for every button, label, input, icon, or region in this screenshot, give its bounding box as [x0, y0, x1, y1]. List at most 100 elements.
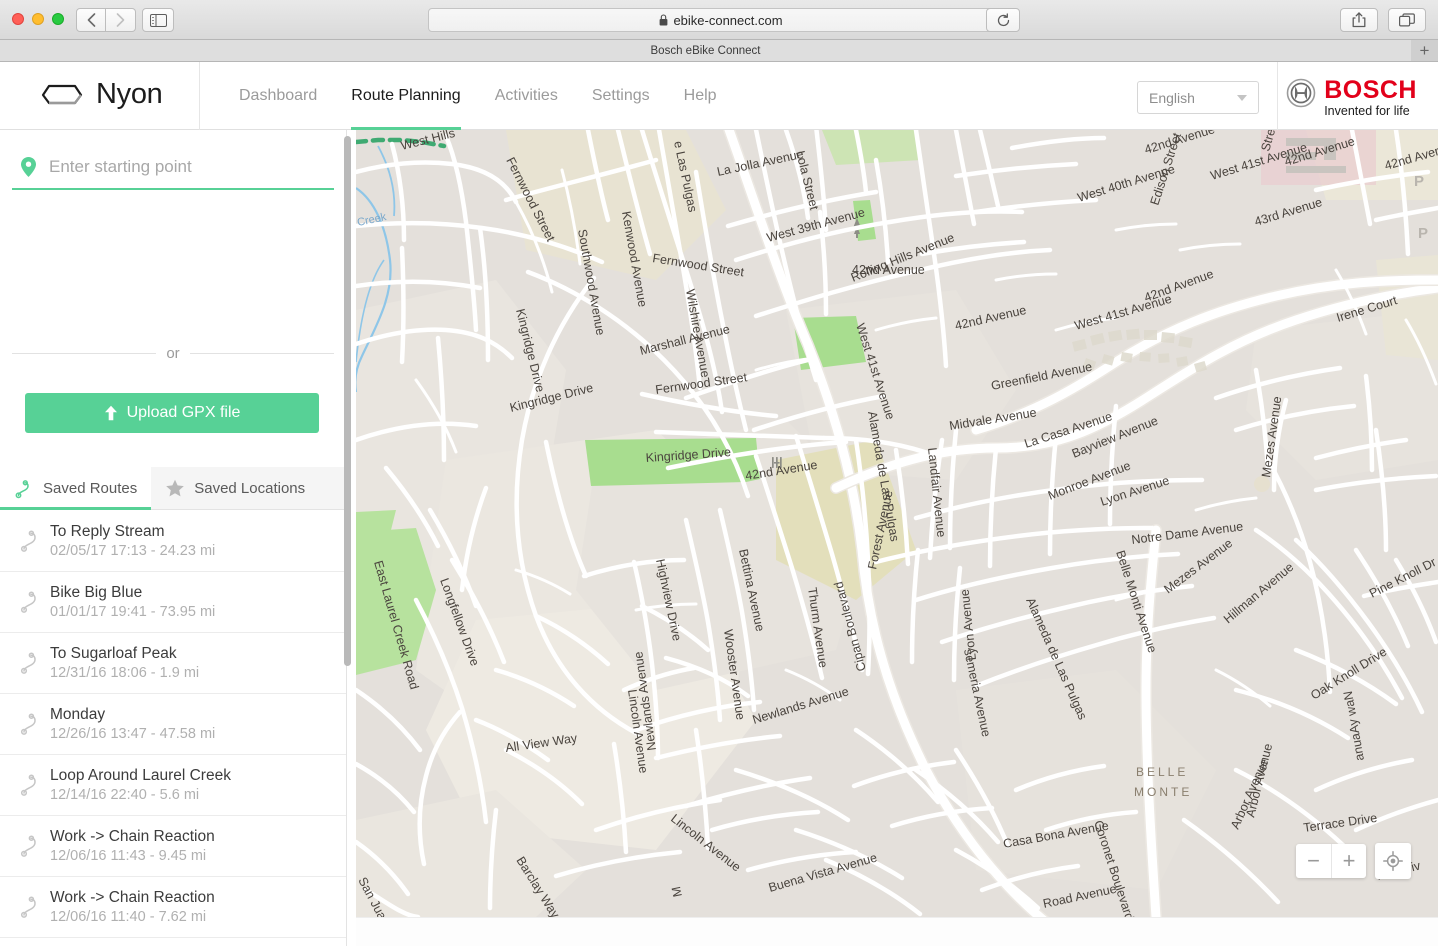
tab-saved-routes[interactable]: Saved Routes	[0, 467, 152, 510]
zoom-out-button[interactable]: −	[1296, 844, 1331, 878]
saved-routes-list: To Reply Stream 02/05/17 17:13 - 24.23 m…	[0, 511, 346, 946]
map-controls: − +	[1296, 843, 1411, 879]
minimize-window-button[interactable]	[32, 13, 44, 25]
svg-text:BELLE: BELLE	[1136, 765, 1188, 779]
brand-name: Nyon	[96, 78, 163, 110]
route-curve-icon	[10, 834, 50, 858]
url-text: ebike-connect.com	[673, 12, 783, 28]
route-item-name: Work -> Chain Reaction	[50, 889, 215, 906]
route-item-meta: 02/05/17 17:13 - 24.23 mi	[50, 543, 216, 559]
route-item-name: Monday	[50, 706, 106, 723]
new-tab-button[interactable]: +	[1411, 40, 1438, 61]
lock-icon	[660, 14, 668, 26]
reload-icon	[997, 12, 1009, 26]
start-point-input[interactable]	[49, 157, 309, 177]
route-item-texts: Work -> Chain Reaction 12/06/16 11:43 - …	[50, 828, 215, 864]
show-tabs-icon	[1399, 13, 1415, 27]
sidebar-scroll-thumb[interactable]	[344, 136, 351, 666]
route-curve-icon	[10, 529, 50, 553]
map-bottom-strip	[356, 917, 1438, 946]
route-item-name: Work -> Chain Reaction	[50, 828, 215, 845]
back-button[interactable]	[76, 8, 106, 32]
map-render: .rd { stroke:#ffffff; fill:none; stroke-…	[356, 130, 1438, 917]
svg-text:42nd Avenue: 42nd Avenue	[852, 263, 925, 277]
route-item-texts: Bike Big Blue 01/01/17 19:41 - 73.95 mi	[50, 584, 215, 620]
route-item-name: To Sugarloaf Peak	[50, 645, 177, 662]
show-tabs-button[interactable]	[1388, 8, 1426, 32]
bosch-logo: BOSCH Invented for life	[1286, 78, 1417, 118]
upload-gpx-button[interactable]: Upload GPX file	[25, 393, 319, 433]
browser-chrome: ebike-connect.com	[0, 0, 1438, 40]
maximize-window-button[interactable]	[52, 13, 64, 25]
window-traffic-lights	[12, 13, 64, 25]
nav-item-activities[interactable]: Activities	[478, 62, 575, 130]
bosch-slogan: Invented for life	[1324, 104, 1410, 118]
crosshair-locate-icon	[1383, 851, 1403, 871]
chevron-left-icon	[87, 13, 95, 27]
nav-item-settings[interactable]: Settings	[575, 62, 667, 130]
route-list-item[interactable]: Monday's Bike Route 12/05/16 08:41 - 10.…	[0, 938, 346, 946]
tab-saved-locations-label: Saved Locations	[194, 480, 306, 497]
or-line-right	[189, 352, 334, 354]
route-list-item[interactable]: Monday 12/26/16 13:47 - 47.58 mi	[0, 694, 346, 755]
language-selector[interactable]: English	[1137, 81, 1259, 114]
locate-me-button[interactable]	[1375, 843, 1411, 879]
route-item-texts: To Sugarloaf Peak 12/31/16 18:06 - 1.9 m…	[50, 645, 199, 681]
header-divider-left	[199, 62, 200, 130]
sidebar: or Upload GPX file Saved Routes Saved Lo…	[0, 130, 347, 946]
route-item-name: Loop Around Laurel Creek	[50, 767, 231, 784]
zoom-in-button[interactable]: +	[1331, 844, 1366, 878]
nav-item-help[interactable]: Help	[667, 62, 734, 130]
route-item-name: To Reply Stream	[50, 523, 165, 540]
or-label: or	[166, 344, 180, 362]
route-item-meta: 12/06/16 11:43 - 9.45 mi	[50, 848, 207, 864]
route-list-item[interactable]: To Reply Stream 02/05/17 17:13 - 24.23 m…	[0, 511, 346, 572]
sidebar-toggle-wrap	[142, 8, 174, 32]
browser-navigation-buttons	[76, 8, 136, 32]
nav-item-dashboard[interactable]: Dashboard	[222, 62, 334, 130]
close-window-button[interactable]	[12, 13, 24, 25]
map-pin-icon	[21, 157, 36, 177]
browser-right-buttons	[1340, 8, 1426, 32]
route-list-item[interactable]: Loop Around Laurel Creek 12/14/16 22:40 …	[0, 755, 346, 816]
route-item-meta: 12/31/16 18:06 - 1.9 mi	[50, 665, 200, 681]
route-list-item[interactable]: Work -> Chain Reaction 12/06/16 11:43 - …	[0, 816, 346, 877]
tab-saved-locations[interactable]: Saved Locations	[151, 467, 319, 510]
route-item-texts: Loop Around Laurel Creek 12/14/16 22:40 …	[50, 767, 231, 803]
nav-item-route-planning[interactable]: Route Planning	[334, 62, 477, 130]
browser-tab-title: Bosch eBike Connect	[650, 44, 761, 57]
route-curve-icon	[15, 479, 29, 498]
address-bar[interactable]: ebike-connect.com	[428, 8, 1014, 32]
route-curve-icon	[10, 712, 50, 736]
route-list-item[interactable]: Bike Big Blue 01/01/17 19:41 - 73.95 mi	[0, 572, 346, 633]
route-curve-icon	[10, 590, 50, 614]
route-item-texts: To Reply Stream 02/05/17 17:13 - 24.23 m…	[50, 523, 215, 559]
route-curve-icon	[10, 895, 50, 919]
sidebar-scrollbar[interactable]	[344, 130, 351, 946]
browser-tab[interactable]: Bosch eBike Connect	[0, 40, 1411, 61]
svg-text:P: P	[1414, 173, 1424, 190]
sidebar-tabs: Saved Routes Saved Locations	[0, 467, 346, 510]
route-item-texts: Work -> Chain Reaction 12/06/16 11:40 - …	[50, 889, 215, 925]
brand[interactable]: Nyon	[40, 78, 163, 111]
share-button[interactable]	[1340, 8, 1378, 32]
forward-button[interactable]	[106, 8, 136, 32]
chevron-right-icon	[116, 13, 125, 27]
route-item-texts: Monday 12/26/16 13:47 - 47.58 mi	[50, 706, 215, 742]
svg-text:P: P	[1418, 225, 1428, 242]
upload-arrow-icon	[104, 405, 117, 421]
map-canvas[interactable]: .rd { stroke:#ffffff; fill:none; stroke-…	[356, 130, 1438, 917]
route-item-meta: 01/01/17 19:41 - 73.95 mi	[50, 604, 216, 620]
nyon-logo-icon	[41, 84, 83, 104]
route-list-item[interactable]: To Sugarloaf Peak 12/31/16 18:06 - 1.9 m…	[0, 633, 346, 694]
minus-icon: −	[1307, 848, 1320, 873]
reload-button[interactable]	[986, 8, 1020, 32]
svg-text:MONTE: MONTE	[1134, 785, 1192, 799]
share-icon	[1352, 12, 1366, 28]
upload-gpx-label: Upload GPX file	[126, 404, 241, 421]
sidebar-toggle-button[interactable]	[142, 8, 174, 32]
route-list-item[interactable]: Work -> Chain Reaction 12/06/16 11:40 - …	[0, 877, 346, 938]
language-selector-value: English	[1149, 89, 1195, 106]
or-separator: or	[12, 342, 334, 364]
main-navigation: Dashboard Route Planning Activities Sett…	[222, 62, 734, 130]
